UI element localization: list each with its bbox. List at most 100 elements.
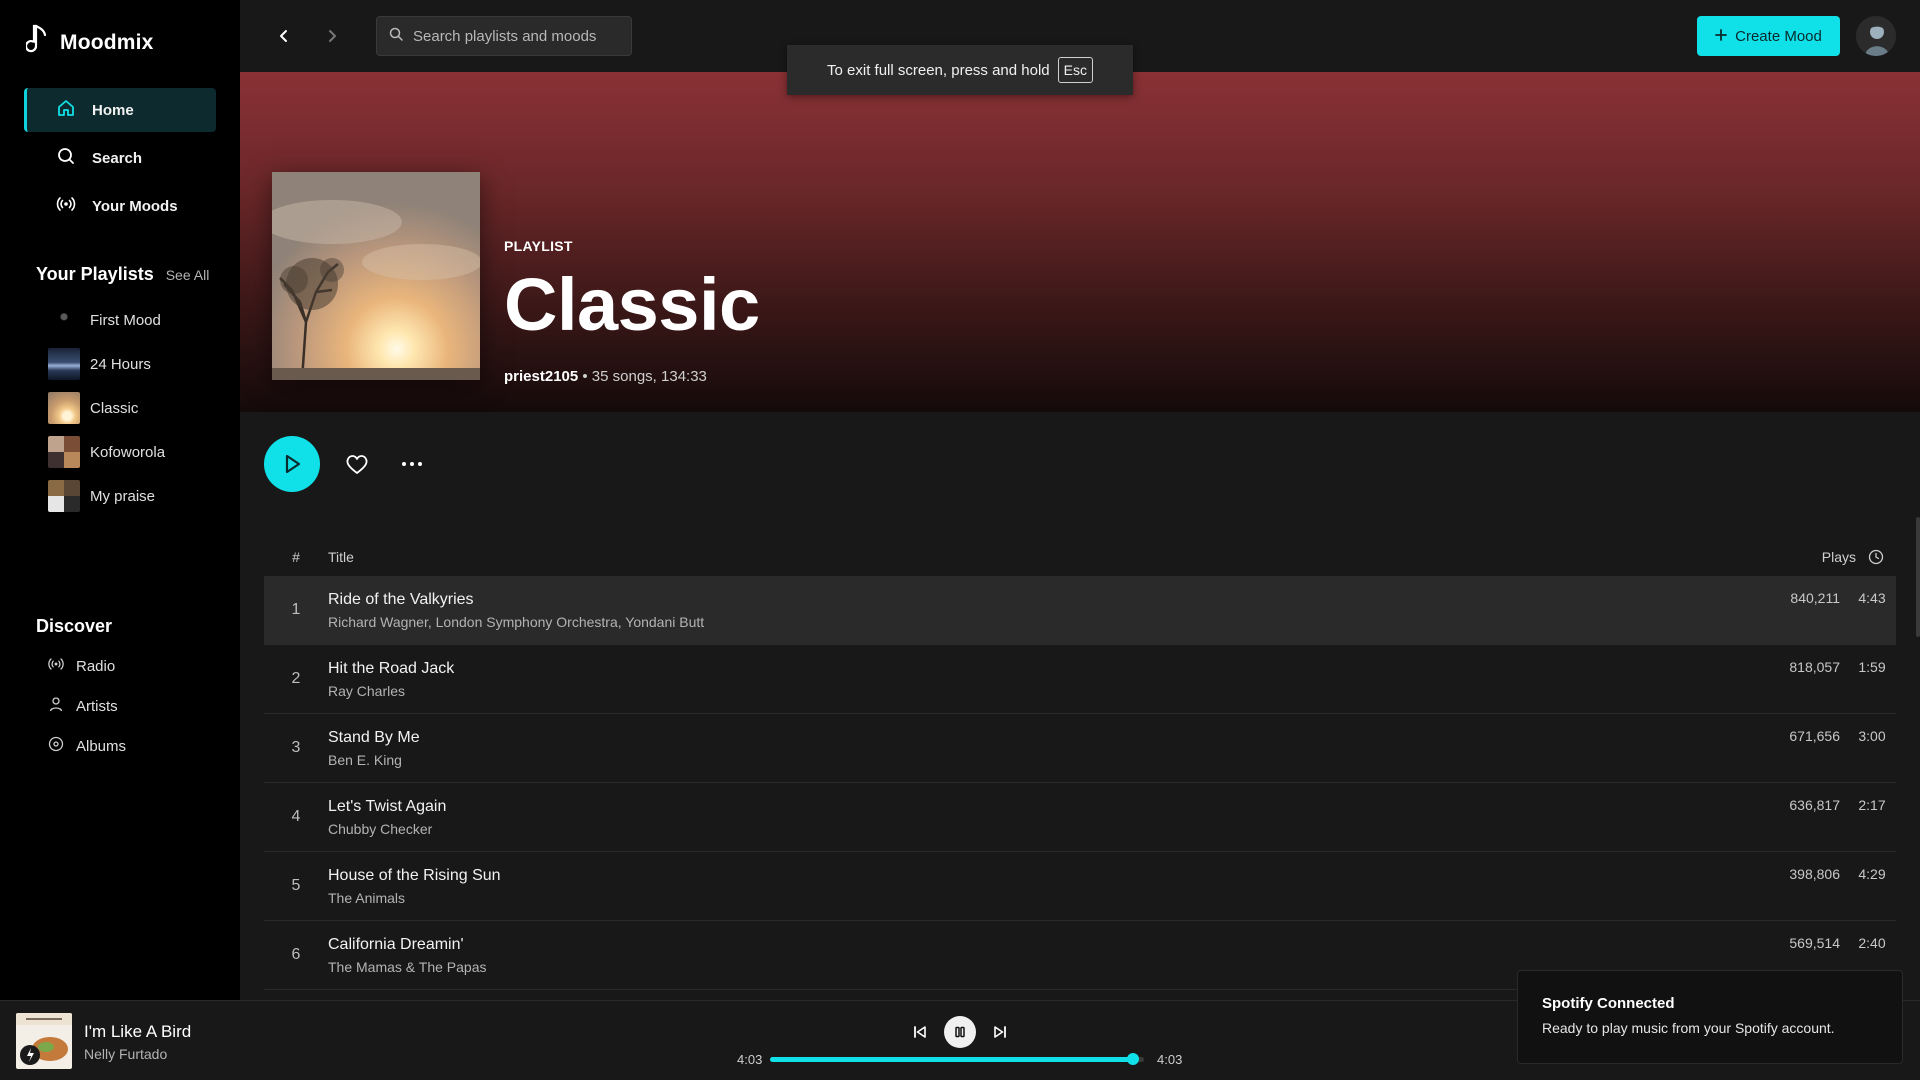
- discover-item-artists[interactable]: Artists: [48, 686, 126, 726]
- track-artist: Ray Charles: [328, 683, 406, 699]
- track-number: 1: [291, 601, 301, 618]
- playlist-owner[interactable]: priest2105: [504, 368, 578, 385]
- playlist-list: First Mood 24 Hours Classic Kofoworola M…: [48, 298, 165, 518]
- track-title: California Dreamin': [328, 936, 464, 953]
- skip-back-icon: [914, 1026, 926, 1038]
- elapsed-time: 4:03: [737, 1052, 763, 1067]
- track-row[interactable]: 4 Let's Twist Again Chubby Checker 636,8…: [264, 783, 1896, 852]
- discover-item-albums[interactable]: Albums: [48, 726, 126, 766]
- playlist-label: My praise: [90, 487, 156, 505]
- album-icon: [48, 736, 64, 756]
- track-title: Let's Twist Again: [328, 798, 447, 815]
- sidebar-playlist-kofoworola[interactable]: Kofoworola: [48, 430, 165, 474]
- track-row[interactable]: 5 House of the Rising Sun The Animals 39…: [264, 852, 1896, 921]
- nav-home-label: Home: [92, 101, 134, 119]
- discover-list: Radio Artists Albums: [48, 646, 126, 766]
- now-playing-artist[interactable]: Nelly Furtado: [84, 1046, 191, 1062]
- track-info: Let's Twist Again Chubby Checker: [328, 783, 1732, 851]
- plus-icon: [1715, 28, 1728, 45]
- pause-button[interactable]: [944, 1016, 976, 1048]
- track-title: House of the Rising Sun: [328, 867, 501, 884]
- track-plays: 671,656: [1789, 728, 1840, 744]
- playlist-thumb: [48, 436, 80, 468]
- search-box[interactable]: [376, 16, 632, 56]
- sidebar-playlist-my-praise[interactable]: My praise: [48, 474, 165, 518]
- playlist-label: Classic: [90, 399, 139, 417]
- heart-icon: [346, 455, 368, 474]
- discover-label: Radio: [76, 657, 116, 675]
- like-button[interactable]: [342, 449, 372, 479]
- track-list-header: # Title Plays: [264, 541, 1896, 573]
- track-row[interactable]: 3 Stand By Me Ben E. King 671,656 3:00: [264, 714, 1896, 783]
- nav-search[interactable]: Search: [24, 136, 216, 180]
- moodmix-app: Moodmix Home Search Your Moods Your Play…: [0, 0, 1920, 1080]
- track-row[interactable]: 2 Hit the Road Jack Ray Charles 818,057 …: [264, 645, 1896, 714]
- track-list: # Title Plays 1 Ride of the Valkyries Ri…: [240, 517, 1920, 1000]
- toast-notification: Spotify Connected Ready to play music fr…: [1517, 970, 1903, 1064]
- nav-your-moods[interactable]: Your Moods: [24, 184, 216, 228]
- nav-home[interactable]: Home: [24, 88, 216, 132]
- sidebar: Moodmix Home Search Your Moods Your Play…: [0, 0, 240, 1000]
- track-info: Stand By Me Ben E. King: [328, 714, 1732, 782]
- more-dots-icon: [402, 462, 422, 466]
- track-plays: 818,057: [1789, 659, 1840, 675]
- more-options-button[interactable]: [397, 449, 427, 479]
- playlists-title: Your Playlists: [36, 264, 154, 284]
- track-number: 3: [291, 739, 301, 756]
- column-title: Title: [328, 549, 354, 565]
- app-logo[interactable]: Moodmix: [24, 24, 154, 61]
- track-number: 5: [291, 877, 301, 894]
- user-icon: [48, 696, 64, 716]
- radio-icon: [48, 656, 64, 676]
- playlist-meta: priest2105 • 35 songs, 134:33: [504, 368, 760, 385]
- chevron-right-icon: [329, 30, 336, 42]
- playlist-label: Kofoworola: [90, 443, 166, 461]
- progress-fill: [770, 1057, 1133, 1062]
- track-duration: 1:59: [1858, 659, 1886, 675]
- track-info: House of the Rising Sun The Animals: [328, 852, 1732, 920]
- toast-title: Spotify Connected: [1542, 995, 1675, 1012]
- track-row[interactable]: 1 Ride of the Valkyries Richard Wagner, …: [264, 576, 1896, 645]
- nav-search-label: Search: [92, 149, 143, 167]
- sidebar-playlist-24-hours[interactable]: 24 Hours: [48, 342, 165, 386]
- play-icon: [285, 454, 301, 474]
- chevron-left-icon: [280, 30, 287, 42]
- track-duration: 4:43: [1858, 590, 1886, 606]
- track-duration: 3:00: [1858, 728, 1886, 744]
- track-artist: Chubby Checker: [328, 821, 433, 837]
- playlist-thumb: [48, 304, 80, 336]
- see-all-link[interactable]: See All: [166, 267, 210, 283]
- create-mood-button[interactable]: Create Mood: [1697, 16, 1840, 56]
- now-playing-title[interactable]: I'm Like A Bird: [84, 1022, 191, 1042]
- track-info: Ride of the Valkyries Richard Wagner, Lo…: [328, 576, 1732, 644]
- track-number: 4: [291, 808, 301, 825]
- play-playlist-button[interactable]: [264, 436, 320, 492]
- previous-button[interactable]: [908, 1020, 932, 1044]
- sidebar-playlist-first-mood[interactable]: First Mood: [48, 298, 165, 342]
- forward-button[interactable]: [318, 22, 346, 50]
- column-number: #: [292, 549, 300, 565]
- progress-bar[interactable]: [770, 1053, 1144, 1065]
- back-button[interactable]: [270, 22, 298, 50]
- fullscreen-exit-notice: To exit full screen, press and hold Esc: [787, 45, 1133, 95]
- next-button[interactable]: [988, 1020, 1012, 1044]
- track-artist: Richard Wagner, London Symphony Orchestr…: [328, 614, 705, 630]
- track-number: 6: [291, 946, 301, 963]
- total-time: 4:03: [1157, 1052, 1183, 1067]
- esc-key-badge: Esc: [1057, 57, 1093, 83]
- now-playing-cover[interactable]: [16, 1013, 72, 1069]
- track-list-scrollbar[interactable]: [1916, 517, 1920, 637]
- search-icon: [389, 27, 403, 46]
- discover-item-radio[interactable]: Radio: [48, 646, 126, 686]
- track-artist: The Animals: [328, 890, 406, 906]
- home-icon: [56, 98, 76, 122]
- user-avatar[interactable]: [1856, 16, 1896, 56]
- sidebar-playlist-classic[interactable]: Classic: [48, 386, 165, 430]
- search-input[interactable]: [413, 27, 613, 45]
- playlist-thumb: [48, 392, 80, 424]
- nav-your-moods-label: Your Moods: [92, 197, 178, 215]
- search-icon: [56, 146, 76, 170]
- track-info: Hit the Road Jack Ray Charles: [328, 645, 1732, 713]
- playlist-thumb: [48, 480, 80, 512]
- progress-handle[interactable]: [1126, 1053, 1139, 1065]
